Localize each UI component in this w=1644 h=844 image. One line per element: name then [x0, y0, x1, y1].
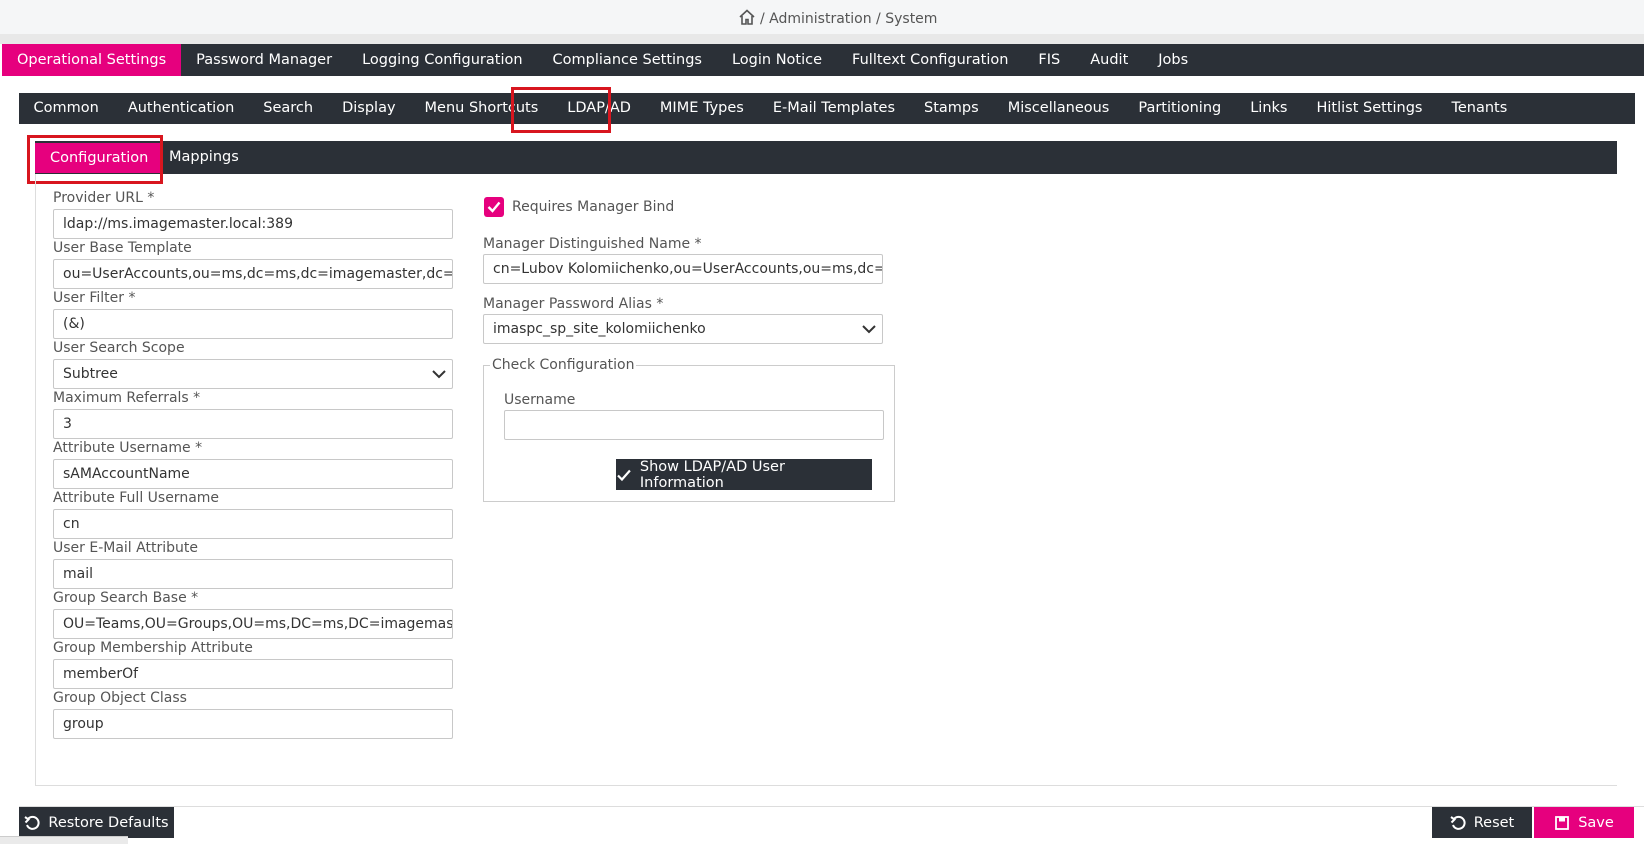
requires-manager-bind-checkbox[interactable]	[484, 197, 504, 217]
tab-search[interactable]: Search	[249, 93, 328, 124]
tab-logging-configuration[interactable]: Logging Configuration	[347, 44, 537, 76]
maximum-referrals-label: Maximum Referrals *	[53, 390, 201, 406]
show-ldap-user-info-button[interactable]: Show LDAP/AD User Information	[616, 458, 872, 491]
undo-icon	[24, 815, 40, 830]
tab-ldap-ad[interactable]: LDAP/AD	[553, 93, 646, 124]
save-label: Save	[1578, 814, 1614, 831]
group-object-class-input[interactable]: group	[53, 709, 453, 739]
tab-compliance-settings[interactable]: Compliance Settings	[538, 44, 717, 76]
checkmark-icon	[487, 201, 501, 213]
tab-email-templates[interactable]: E-Mail Templates	[758, 93, 909, 124]
tab-hitlist-settings[interactable]: Hitlist Settings	[1302, 93, 1437, 124]
tab-configuration[interactable]: Configuration	[35, 143, 164, 173]
attribute-username-label: Attribute Username *	[53, 440, 203, 456]
tab-partitioning[interactable]: Partitioning	[1124, 93, 1236, 124]
tab-authentication[interactable]: Authentication	[113, 93, 248, 124]
check-username-input[interactable]	[504, 410, 884, 440]
tab-menu-shortcuts[interactable]: Menu Shortcuts	[410, 93, 553, 124]
attribute-full-username-label: Attribute Full Username	[53, 490, 220, 506]
tab-tenants[interactable]: Tenants	[1437, 93, 1522, 124]
group-membership-attribute-label: Group Membership Attribute	[53, 640, 253, 656]
maximum-referrals-input[interactable]: 3	[53, 409, 453, 439]
group-search-base-label: Group Search Base *	[53, 590, 199, 606]
tab-login-notice[interactable]: Login Notice	[717, 44, 837, 76]
check-configuration-legend: Check Configuration	[490, 357, 637, 373]
user-search-scope-value: Subtree	[63, 366, 118, 382]
user-filter-label: User Filter *	[53, 290, 136, 306]
tab-miscellaneous[interactable]: Miscellaneous	[993, 93, 1124, 124]
group-membership-attribute-input[interactable]: memberOf	[53, 659, 453, 689]
secondary-nav: Common Authentication Search Display Men…	[19, 93, 1635, 124]
group-object-class-label: Group Object Class	[53, 690, 187, 706]
manager-dn-label: Manager Distinguished Name *	[483, 236, 702, 252]
restore-defaults-label: Restore Defaults	[48, 814, 169, 831]
top-bar: / Administration / System	[0, 0, 1644, 35]
user-search-scope-select[interactable]: Subtree	[53, 359, 453, 389]
tab-audit[interactable]: Audit	[1075, 44, 1143, 76]
tab-password-manager[interactable]: Password Manager	[181, 44, 347, 76]
user-email-attribute-label: User E-Mail Attribute	[53, 540, 198, 556]
tab-display[interactable]: Display	[328, 93, 410, 124]
user-search-scope-label: User Search Scope	[53, 340, 185, 356]
user-base-template-label: User Base Template	[53, 240, 192, 256]
breadcrumb: / Administration / System	[738, 8, 937, 30]
reset-label: Reset	[1473, 814, 1515, 831]
manager-password-alias-select[interactable]: imaspc_sp_site_kolomiichenko	[483, 314, 883, 344]
breadcrumb-text: / Administration / System	[760, 11, 938, 27]
manager-password-alias-label: Manager Password Alias *	[483, 296, 664, 312]
requires-manager-bind-label: Requires Manager Bind	[512, 199, 675, 215]
user-base-template-input[interactable]: ou=UserAccounts,ou=ms,dc=ms,dc=imagemast…	[53, 259, 453, 289]
provider-url-label: Provider URL *	[53, 190, 155, 206]
attribute-full-username-input[interactable]: cn	[53, 509, 453, 539]
show-ldap-user-info-label: Show LDAP/AD User Information	[639, 458, 785, 491]
manager-dn-input[interactable]: cn=Lubov Kolomiichenko,ou=UserAccounts,o…	[483, 254, 883, 284]
tab-links[interactable]: Links	[1236, 93, 1302, 124]
restore-defaults-button[interactable]: Restore Defaults	[19, 807, 174, 838]
tab-operational-settings[interactable]: Operational Settings	[2, 44, 182, 76]
tertiary-nav: Configuration Mappings	[35, 141, 1617, 174]
user-filter-input[interactable]: (&)	[53, 309, 453, 339]
tab-jobs[interactable]: Jobs	[1143, 44, 1203, 76]
home-icon[interactable]	[738, 8, 756, 30]
group-search-base-input[interactable]: OU=Teams,OU=Groups,OU=ms,DC=ms,DC=imagem…	[53, 609, 453, 639]
chevron-down-icon	[862, 325, 876, 334]
tab-mime-types[interactable]: MIME Types	[645, 93, 758, 124]
tab-mappings[interactable]: Mappings	[169, 141, 239, 174]
tab-fis[interactable]: FIS	[1023, 44, 1075, 76]
manager-password-alias-value: imaspc_sp_site_kolomiichenko	[493, 321, 706, 337]
tab-fulltext-configuration[interactable]: Fulltext Configuration	[837, 44, 1023, 76]
header-divider	[0, 34, 1644, 44]
check-username-label: Username	[504, 392, 576, 408]
undo-icon	[1450, 815, 1466, 830]
footer-divider	[19, 806, 1644, 807]
reset-button[interactable]: Reset	[1432, 807, 1532, 838]
chevron-down-icon	[432, 370, 446, 379]
tab-common[interactable]: Common	[19, 93, 113, 124]
tab-stamps[interactable]: Stamps	[910, 93, 994, 124]
primary-nav: Operational Settings Password Manager Lo…	[2, 44, 1644, 76]
save-icon	[1555, 815, 1570, 830]
provider-url-input[interactable]: ldap://ms.imagemaster.local:389	[53, 209, 453, 239]
save-button[interactable]: Save	[1534, 807, 1634, 838]
user-email-attribute-input[interactable]: mail	[53, 559, 453, 589]
checkmark-icon	[617, 469, 631, 481]
attribute-username-input[interactable]: sAMAccountName	[53, 459, 453, 489]
